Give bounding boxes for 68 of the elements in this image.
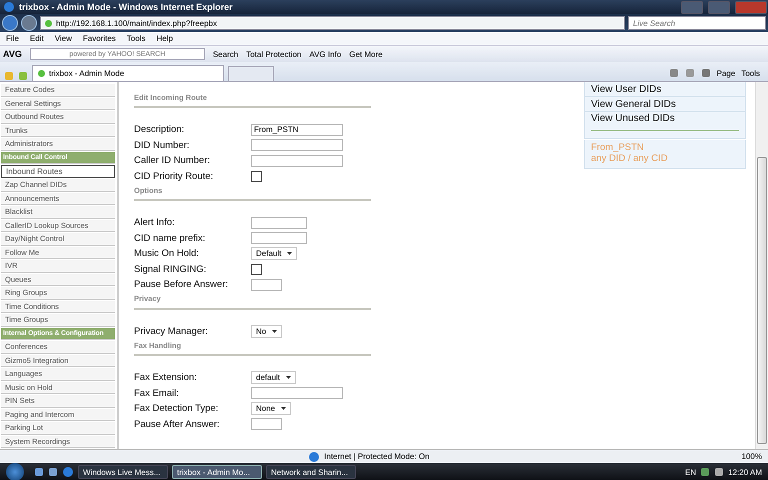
field-label: CID Priority Route:: [134, 170, 214, 182]
menu-item[interactable]: Edit: [30, 34, 44, 43]
text-field[interactable]: [251, 278, 282, 291]
menu-item[interactable]: File: [6, 34, 19, 43]
checkbox[interactable]: [251, 264, 262, 275]
maximize-button[interactable]: [708, 0, 730, 14]
toolbar-button[interactable]: AVG Info: [309, 50, 342, 58]
menu-item[interactable]: Tools: [126, 34, 146, 43]
scrollbar[interactable]: [755, 82, 768, 449]
field-label: Description:: [134, 124, 186, 136]
address-field[interactable]: http://192.168.1.100/maint/index.php?freepbx: [40, 16, 625, 30]
field-label: Pause After Answer:: [134, 418, 221, 430]
field-label: DID Number:: [134, 140, 190, 151]
command-button[interactable]: Tools: [741, 68, 760, 78]
search-field[interactable]: Live Search: [628, 16, 766, 30]
window-title: trixbox - Admin Mode - Windows Internet Explorer: [19, 2, 233, 12]
field-label: Fax Email:: [134, 388, 180, 399]
field-label: Pause Before Answer:: [134, 279, 229, 290]
toolbar-button[interactable]: Search: [212, 50, 238, 58]
start-button[interactable]: [6, 463, 24, 480]
text-field[interactable]: From_PSTN: [251, 124, 343, 136]
field-label: Signal RINGING:: [134, 264, 208, 275]
close-button[interactable]: [735, 0, 767, 14]
field-label: CID name prefix:: [134, 232, 206, 244]
zoom-level[interactable]: 100%: [742, 452, 762, 461]
caret-icon: [281, 407, 286, 410]
text-field[interactable]: [251, 418, 282, 430]
language-indicator[interactable]: EN: [685, 468, 696, 476]
sidebar-item[interactable]: Inbound Routes: [1, 165, 115, 178]
dropdown[interactable]: Default: [251, 247, 298, 260]
field-label: Alert Info:: [134, 217, 176, 228]
caret-icon: [272, 330, 278, 333]
route-link[interactable]: View Unused DIDs: [584, 112, 746, 139]
menu-item[interactable]: Help: [156, 34, 173, 43]
field-label: Music On Hold:: [134, 248, 200, 260]
checkbox[interactable]: [251, 170, 262, 182]
caret-icon: [286, 376, 292, 380]
dropdown[interactable]: default: [251, 371, 296, 384]
clock[interactable]: 12:20 AM: [728, 468, 762, 476]
dropdown[interactable]: No: [251, 324, 282, 338]
toolbar-button[interactable]: Get More: [349, 50, 383, 58]
minimize-button[interactable]: [681, 0, 703, 14]
field-label: Caller ID Number:: [134, 155, 212, 166]
caret-icon: [287, 252, 292, 256]
taskbar-button[interactable]: Windows Live Mess...: [78, 465, 168, 479]
text-field[interactable]: [251, 139, 343, 152]
route-link[interactable]: View General DIDs: [584, 97, 746, 112]
forward-button[interactable]: [21, 15, 37, 31]
field-label: Fax Detection Type:: [134, 403, 220, 414]
security-zone: Internet | Protected Mode: On: [324, 452, 430, 461]
taskbar-button[interactable]: trixbox - Admin Mo...: [172, 465, 262, 479]
menu-item[interactable]: Favorites: [82, 34, 116, 43]
back-button[interactable]: [2, 15, 18, 31]
dropdown[interactable]: None: [251, 402, 292, 416]
route-link[interactable]: View User DIDs: [584, 82, 746, 97]
text-field[interactable]: [251, 154, 343, 167]
text-field[interactable]: [251, 387, 343, 400]
command-button[interactable]: Page: [716, 68, 736, 78]
toolbar-brand[interactable]: AVG: [3, 49, 22, 59]
field-label: Fax Extension:: [134, 372, 198, 384]
new-tab-button[interactable]: [228, 66, 274, 81]
text-field[interactable]: [251, 232, 307, 244]
browser-tab[interactable]: trixbox - Admin Mode: [32, 65, 224, 81]
menu-item[interactable]: View: [54, 34, 72, 43]
field-label: Privacy Manager:: [134, 326, 209, 337]
text-field[interactable]: [251, 216, 307, 229]
taskbar-button[interactable]: Network and Sharin...: [266, 465, 356, 479]
toolbar-button[interactable]: Total Protection: [246, 50, 302, 58]
